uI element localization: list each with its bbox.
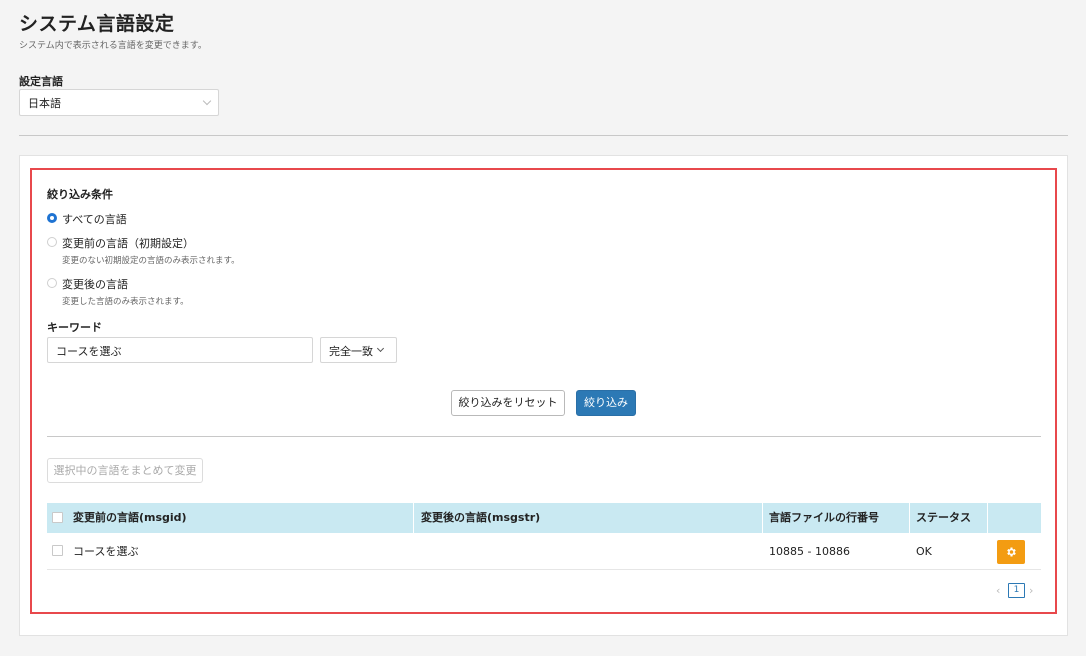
language-select-value: 日本語 — [28, 97, 61, 110]
keyword-label: キーワード — [47, 321, 102, 334]
row-checkbox[interactable] — [52, 545, 63, 556]
match-mode-select[interactable]: 完全一致 — [320, 337, 397, 363]
column-separator — [987, 503, 988, 533]
divider — [19, 135, 1068, 136]
table-row: コースを選ぶ 10885 - 10886 OK — [47, 533, 1041, 570]
table-header: 変更前の言語(msgid) 変更後の言語(msgstr) 言語ファイルの行番号 … — [47, 503, 1041, 533]
radio-changed-languages[interactable] — [47, 278, 57, 288]
header-msgid: 変更前の言語(msgid) — [73, 511, 187, 524]
divider — [47, 436, 1041, 437]
cell-msgid: コースを選ぶ — [73, 545, 139, 558]
page-title: システム言語設定 — [19, 13, 175, 35]
chevron-down-icon — [376, 344, 385, 353]
pagination-next[interactable]: › — [1029, 584, 1033, 597]
column-separator — [413, 503, 414, 533]
page-subtitle: システム内で表示される言語を変更できます。 — [19, 41, 207, 51]
header-line-number: 言語ファイルの行番号 — [769, 511, 879, 524]
column-separator — [909, 503, 910, 533]
cell-status: OK — [916, 545, 932, 558]
pagination-prev[interactable]: ‹ — [996, 584, 1000, 597]
row-settings-button[interactable] — [997, 540, 1025, 564]
radio-original-languages-description: 変更のない初期設定の言語のみ表示されます。 — [62, 256, 240, 266]
bulk-change-button[interactable]: 選択中の言語をまとめて変更 — [47, 458, 203, 483]
radio-all-languages-label[interactable]: すべての言語 — [62, 211, 127, 227]
reset-filter-button[interactable]: 絞り込みをリセット — [451, 390, 565, 416]
cell-line-number: 10885 - 10886 — [769, 545, 850, 558]
language-label: 設定言語 — [19, 75, 63, 88]
keyword-input[interactable]: コースを選ぶ — [47, 337, 313, 363]
gear-icon — [1007, 547, 1016, 557]
radio-original-languages[interactable] — [47, 237, 57, 247]
pagination-page-1[interactable]: 1 — [1008, 583, 1025, 598]
header-msgstr: 変更後の言語(msgstr) — [421, 511, 541, 524]
header-status: ステータス — [916, 511, 971, 524]
match-mode-value: 完全一致 — [329, 345, 373, 358]
chevron-down-icon — [202, 96, 212, 106]
radio-all-languages[interactable] — [47, 213, 57, 223]
apply-filter-button[interactable]: 絞り込み — [576, 390, 636, 416]
radio-original-languages-label[interactable]: 変更前の言語（初期設定） — [62, 235, 194, 251]
radio-changed-languages-label[interactable]: 変更後の言語 — [62, 276, 128, 292]
language-select[interactable]: 日本語 — [19, 89, 219, 116]
radio-changed-languages-description: 変更した言語のみ表示されます。 — [62, 297, 189, 307]
select-all-checkbox[interactable] — [52, 512, 63, 523]
column-separator — [762, 503, 763, 533]
filter-title: 絞り込み条件 — [47, 188, 113, 201]
